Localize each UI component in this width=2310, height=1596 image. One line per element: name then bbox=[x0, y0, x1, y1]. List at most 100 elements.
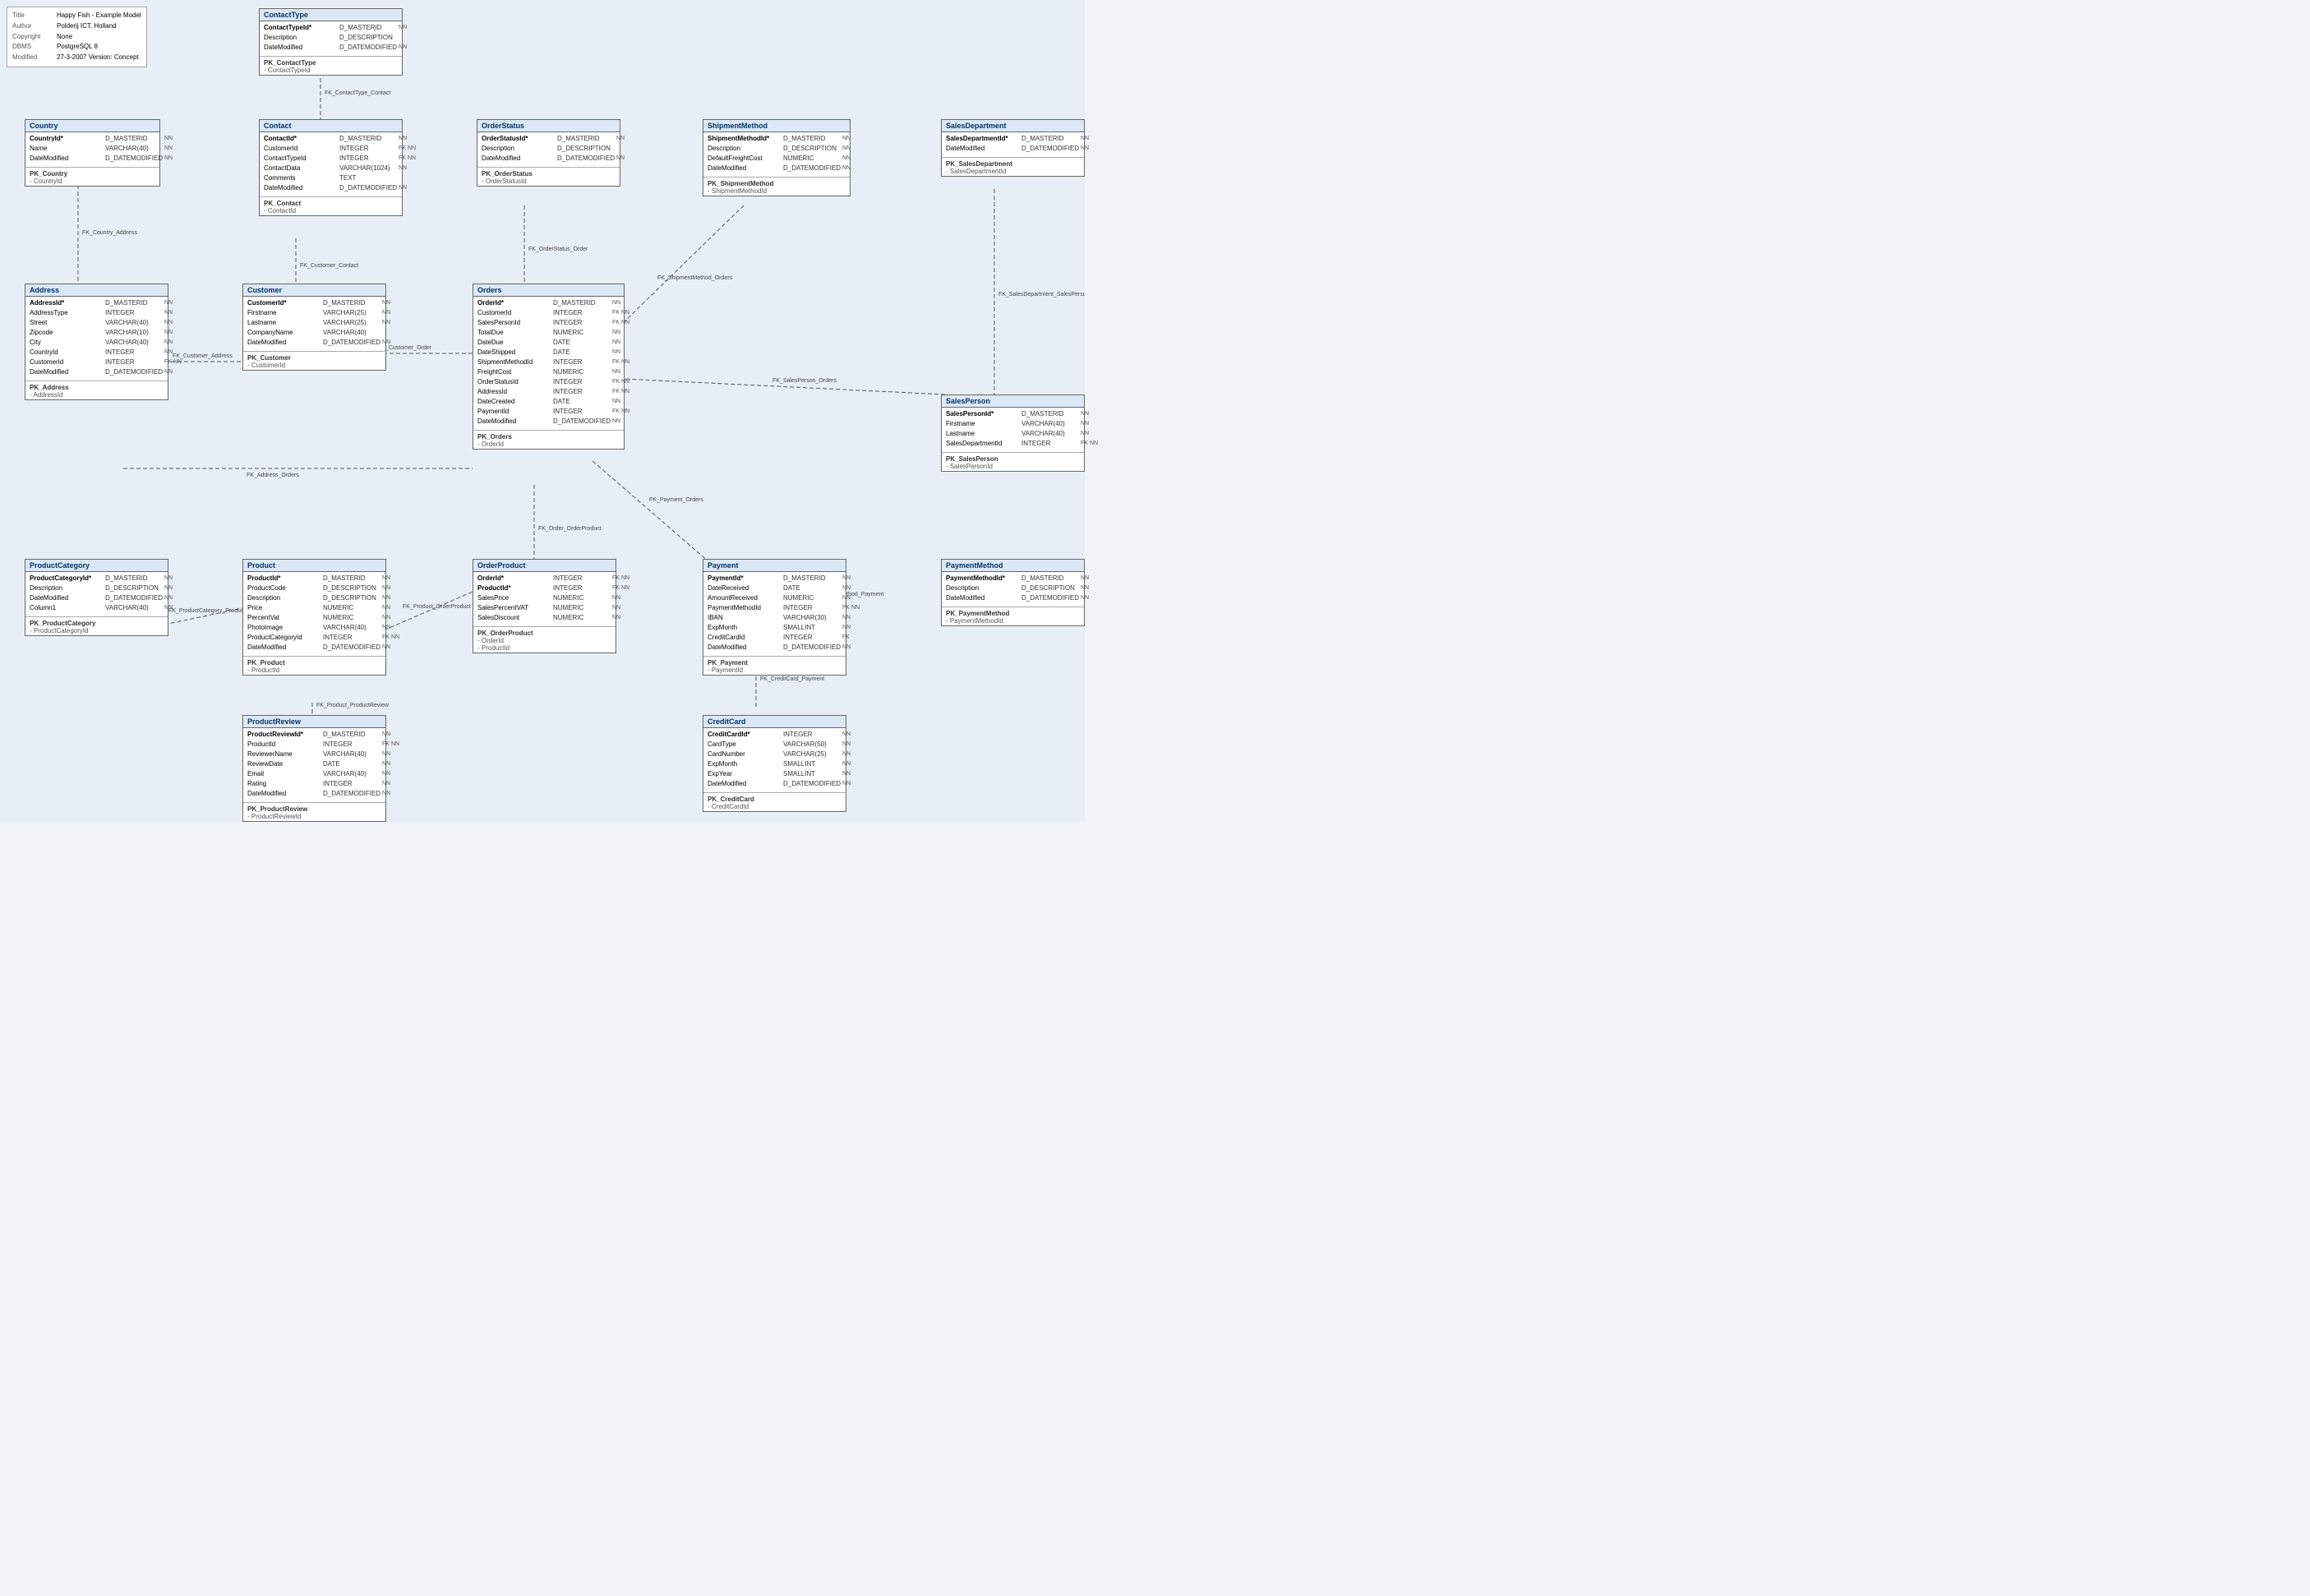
entity-salesperson-body: SalesPersonId* D_MASTERID NN Firstname V… bbox=[942, 408, 1084, 450]
svg-text:FK_Product_ProductReview: FK_Product_ProductReview bbox=[316, 703, 390, 708]
copyright-value: None bbox=[57, 32, 72, 43]
entity-orders-header: Orders bbox=[473, 284, 624, 297]
field-row: DateModified D_DATEMODIFIED NN bbox=[243, 643, 385, 653]
entity-salesperson-header: SalesPerson bbox=[942, 395, 1084, 408]
entity-product-body: ProductId* D_MASTERID NN ProductCode D_D… bbox=[243, 572, 385, 654]
field-row: CompanyName VARCHAR(40) bbox=[243, 328, 385, 338]
field-street: Street VARCHAR(40) NN bbox=[25, 318, 168, 328]
entity-orderstatus-header: OrderStatus bbox=[477, 120, 620, 132]
entity-productcategory: ProductCategory ProductCategoryId* D_MAS… bbox=[25, 559, 168, 636]
field-row: CreditCardId* INTEGER NN bbox=[703, 730, 846, 740]
entity-customer-header: Customer bbox=[243, 284, 385, 297]
entity-address: Address AddressId* D_MASTERID NN Address… bbox=[25, 284, 168, 400]
field-row: Lastname VARCHAR(40) NN bbox=[942, 429, 1084, 439]
field-row: CardType VARCHAR(50) NN bbox=[703, 740, 846, 750]
entity-creditcard-header: CreditCard bbox=[703, 716, 846, 728]
field-row: ProductId* D_MASTERID NN bbox=[243, 574, 385, 584]
field-row: FreightCost NUMERIC NN bbox=[473, 367, 624, 377]
field-row: Description D_DESCRIPTION NN bbox=[703, 144, 850, 154]
field-row: ExpMonth SMALLINT NN bbox=[703, 759, 846, 769]
field-row: OrderId* INTEGER FK NN bbox=[473, 574, 616, 584]
entity-contact-header: Contact bbox=[260, 120, 402, 132]
field-row: CustomerId* D_MASTERID NN bbox=[243, 298, 385, 308]
pk-section: PK_Contact - ContactId bbox=[260, 199, 402, 215]
entity-shipmentmethod: ShipmentMethod ShipmentMethodId* D_MASTE… bbox=[703, 119, 851, 196]
field-row: Description D_DESCRIPTION NN bbox=[25, 584, 168, 593]
field-row: DateModified D_DATEMODIFIED NN bbox=[942, 144, 1084, 154]
field-row: Email VARCHAR(40) NN bbox=[243, 769, 385, 779]
title-value: Happy Fish - Example Model bbox=[57, 11, 141, 21]
field-row: CustomerId INTEGER FK NN bbox=[260, 144, 402, 154]
field-row: DateShipped DATE NN bbox=[473, 348, 624, 357]
entity-salesdepartment: SalesDepartment SalesDepartmentId* D_MAS… bbox=[941, 119, 1085, 177]
field-city: City VARCHAR(40) NN bbox=[25, 338, 168, 348]
pk-section: PK_OrderProduct - OrderId - ProductId bbox=[473, 629, 616, 653]
dbms-value: PostgreSQL 8 bbox=[57, 42, 98, 53]
field-row: Zipcode VARCHAR(10) NN bbox=[25, 328, 168, 338]
field-row: AddressId INTEGER FK NN bbox=[473, 387, 624, 397]
field-row: ProductCode D_DESCRIPTION NN bbox=[243, 584, 385, 593]
entity-paymentmethod-header: PaymentMethod bbox=[942, 560, 1084, 572]
author-value: Polderij ICT, Holland bbox=[57, 21, 116, 32]
field-row: ProductId* INTEGER FK NN bbox=[473, 584, 616, 593]
pk-section: PK_Product - ProductId bbox=[243, 658, 385, 675]
field-row: DateModified D_DATEMODIFIED NN bbox=[473, 417, 624, 427]
field-row: AddressType INTEGER NN bbox=[25, 308, 168, 318]
field-row: ContactTypeId* D_MASTERID NN bbox=[260, 23, 402, 33]
field-row: ReviewerName VARCHAR(40) NN bbox=[243, 750, 385, 759]
pk-section: PK_Address - AddressId bbox=[25, 383, 168, 399]
field-row: IBAN VARCHAR(30) NN bbox=[703, 613, 846, 623]
svg-text:FK_SalesPerson_Orders: FK_SalesPerson_Orders bbox=[772, 378, 837, 384]
field-row: SalesPersonId* D_MASTERID NN bbox=[942, 409, 1084, 419]
field-row: DateModified D_DATEMODIFIED NN bbox=[703, 164, 850, 173]
pk-section: PK_Country - CountryId bbox=[25, 169, 159, 186]
entity-orderstatus: OrderStatus OrderStatusId* D_MASTERID NN… bbox=[477, 119, 620, 187]
field-row: ProductCategoryId INTEGER FK NN bbox=[243, 633, 385, 643]
modified-value: 27-3-2007 Version: Concept bbox=[57, 53, 139, 63]
entity-address-body: AddressId* D_MASTERID NN AddressType INT… bbox=[25, 297, 168, 379]
entity-shipmentmethod-body: ShipmentMethodId* D_MASTERID NN Descript… bbox=[703, 132, 850, 175]
entity-orderstatus-body: OrderStatusId* D_MASTERID NN Description… bbox=[477, 132, 620, 165]
field-row: Description D_DESCRIPTION bbox=[477, 144, 620, 154]
dbms-label: DBMS bbox=[12, 42, 53, 53]
entity-contacttype-header: ContactType bbox=[260, 9, 402, 21]
entity-paymentmethod-body: PaymentMethodId* D_MASTERID NN Descripti… bbox=[942, 572, 1084, 605]
field-row: SalesDepartmentId* D_MASTERID NN bbox=[942, 134, 1084, 144]
modified-label: Modified bbox=[12, 53, 53, 63]
field-row: DateModified D_DATEMODIFIED NN bbox=[703, 643, 846, 653]
svg-text:FK_Product_OrderProduct: FK_Product_OrderProduct bbox=[403, 604, 471, 610]
field-row: CustomerId INTEGER FK NN bbox=[25, 357, 168, 367]
svg-text:FK_Customer_Contact: FK_Customer_Contact bbox=[300, 263, 358, 269]
entity-contacttype: ContactType ContactTypeId* D_MASTERID NN… bbox=[259, 8, 403, 76]
field-row: Firstname VARCHAR(40) NN bbox=[942, 419, 1084, 429]
entity-shipmentmethod-header: ShipmentMethod bbox=[703, 120, 850, 132]
field-row: Description D_DESCRIPTION NN bbox=[243, 593, 385, 603]
field-row: Rating INTEGER NN bbox=[243, 779, 385, 789]
entity-product-header: Product bbox=[243, 560, 385, 572]
field-row: ProductCategoryId* D_MASTERID NN bbox=[25, 574, 168, 584]
pk-section: PK_PaymentMethod - PaymentMethodId bbox=[942, 609, 1084, 625]
pk-section: PK_SalesPerson - SalesPersonId bbox=[942, 454, 1084, 471]
field-row: DateModified D_DATEMODIFIED NN bbox=[260, 183, 402, 193]
entity-orderproduct: OrderProduct OrderId* INTEGER FK NN Prod… bbox=[473, 559, 616, 653]
svg-text:FK_Country_Address: FK_Country_Address bbox=[82, 230, 137, 236]
entity-productreview-header: ProductReview bbox=[243, 716, 385, 728]
entity-product: Product ProductId* D_MASTERID NN Product… bbox=[242, 559, 386, 676]
entity-payment-body: PaymentId* D_MASTERID NN DateReceived DA… bbox=[703, 572, 846, 654]
field-row: Lastname VARCHAR(25) NN bbox=[243, 318, 385, 328]
svg-text:FK_ShipmentMethod_Orders: FK_ShipmentMethod_Orders bbox=[657, 275, 733, 281]
svg-text:FK_Payment_Orders: FK_Payment_Orders bbox=[649, 497, 703, 503]
field-row: Comments TEXT bbox=[260, 173, 402, 183]
entity-payment-header: Payment bbox=[703, 560, 846, 572]
svg-text:FK_OrderStatus_Order: FK_OrderStatus_Order bbox=[528, 247, 588, 252]
copyright-label: Copyright bbox=[12, 32, 53, 43]
field-row: Firstname VARCHAR(25) NN bbox=[243, 308, 385, 318]
field-row: TotalDue NUMERIC NN bbox=[473, 328, 624, 338]
field-row: SalesPrice NUMERIC NN bbox=[473, 593, 616, 603]
field-row: PaymentId* D_MASTERID NN bbox=[703, 574, 846, 584]
field-row: OrderStatusId INTEGER FK NN bbox=[473, 377, 624, 387]
entity-productcategory-body: ProductCategoryId* D_MASTERID NN Descrip… bbox=[25, 572, 168, 615]
entity-payment: Payment PaymentId* D_MASTERID NN DateRec… bbox=[703, 559, 846, 676]
entity-orders-body: OrderId* D_MASTERID NN CustomerId INTEGE… bbox=[473, 297, 624, 428]
entity-productreview-body: ProductReviewId* D_MASTERID NN ProductId… bbox=[243, 728, 385, 800]
